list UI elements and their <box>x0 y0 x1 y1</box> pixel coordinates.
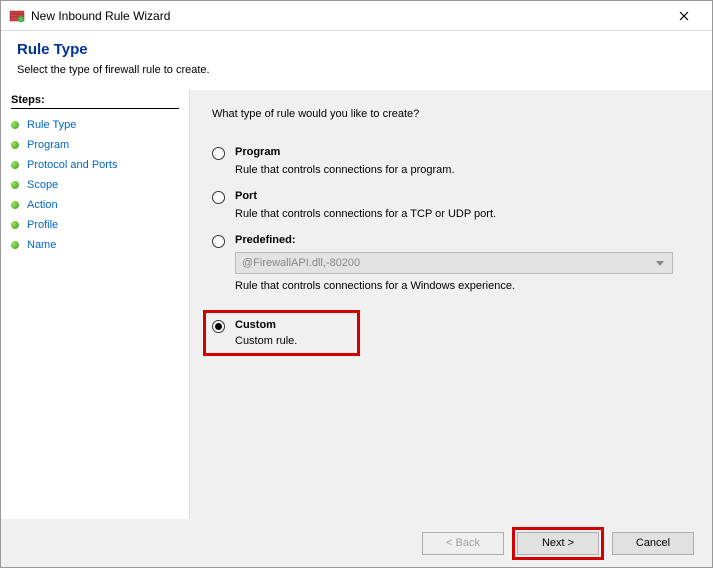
next-button[interactable]: Next > <box>517 532 599 555</box>
back-button: < Back <box>422 532 504 555</box>
step-rule-type[interactable]: Rule Type <box>11 115 179 135</box>
titlebar: New Inbound Rule Wizard <box>1 1 712 31</box>
wizard-header: Rule Type Select the type of firewall ru… <box>1 31 712 90</box>
radio-port[interactable] <box>212 191 225 204</box>
radio-desc-program: Rule that controls connections for a pro… <box>235 164 690 176</box>
radio-program[interactable] <box>212 147 225 160</box>
step-program[interactable]: Program <box>11 135 179 155</box>
step-label: Rule Type <box>27 119 76 131</box>
next-button-label: Next > <box>542 537 574 549</box>
question-text: What type of rule would you like to crea… <box>212 108 690 120</box>
step-bullet-icon <box>11 161 19 169</box>
radio-label-program: Program <box>235 146 280 158</box>
radio-row-port: Port <box>212 190 690 204</box>
radio-row-program: Program <box>212 146 690 160</box>
main-panel: What type of rule would you like to crea… <box>189 90 712 520</box>
step-label: Profile <box>27 219 58 231</box>
step-action[interactable]: Action <box>11 195 179 215</box>
step-profile[interactable]: Profile <box>11 215 179 235</box>
steps-sidebar: Steps: Rule Type Program Protocol and Po… <box>1 90 189 520</box>
radio-label-predefined: Predefined: <box>235 234 296 246</box>
radio-label-custom: Custom <box>235 319 276 331</box>
steps-heading: Steps: <box>11 94 179 109</box>
highlight-box-next: Next > <box>512 527 604 560</box>
predefined-select: @FirewallAPI.dll,-80200 <box>235 252 673 274</box>
page-subtitle: Select the type of firewall rule to crea… <box>17 64 696 76</box>
radio-row-predefined: Predefined: <box>212 234 690 248</box>
step-name[interactable]: Name <box>11 235 179 255</box>
step-scope[interactable]: Scope <box>11 175 179 195</box>
step-label: Scope <box>27 179 58 191</box>
close-button[interactable] <box>664 2 704 30</box>
radio-custom[interactable] <box>212 320 225 333</box>
step-label: Name <box>27 239 56 251</box>
step-bullet-icon <box>11 181 19 189</box>
step-bullet-icon <box>11 201 19 209</box>
step-protocol-ports[interactable]: Protocol and Ports <box>11 155 179 175</box>
radio-label-port: Port <box>235 190 257 202</box>
radio-desc-predefined: Rule that controls connections for a Win… <box>235 280 690 292</box>
wizard-window: New Inbound Rule Wizard Rule Type Select… <box>0 0 713 568</box>
cancel-button-label: Cancel <box>636 537 670 549</box>
back-button-label: < Back <box>446 537 480 549</box>
step-bullet-icon <box>11 241 19 249</box>
step-label: Action <box>27 199 58 211</box>
step-bullet-icon <box>11 121 19 129</box>
radio-row-custom: Custom <box>212 319 297 333</box>
radio-desc-port: Rule that controls connections for a TCP… <box>235 208 690 220</box>
step-bullet-icon <box>11 221 19 229</box>
window-title: New Inbound Rule Wizard <box>31 9 664 23</box>
radio-desc-custom: Custom rule. <box>235 335 297 347</box>
step-bullet-icon <box>11 141 19 149</box>
firewall-icon <box>9 8 25 24</box>
cancel-button[interactable]: Cancel <box>612 532 694 555</box>
radio-predefined[interactable] <box>212 235 225 248</box>
highlight-box-custom: Custom Custom rule. <box>203 310 360 356</box>
wizard-body: Steps: Rule Type Program Protocol and Po… <box>1 90 712 520</box>
step-label: Protocol and Ports <box>27 159 118 171</box>
page-title: Rule Type <box>17 41 696 58</box>
step-label: Program <box>27 139 69 151</box>
wizard-footer: < Back Next > Cancel <box>1 519 712 567</box>
predefined-select-value: @FirewallAPI.dll,-80200 <box>242 257 360 269</box>
